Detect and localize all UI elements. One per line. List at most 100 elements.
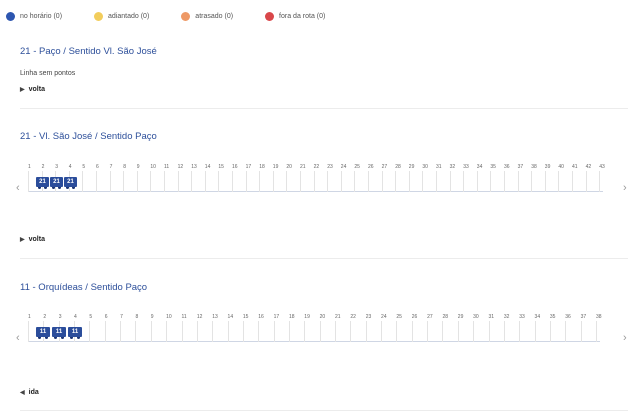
- chevron-right-icon[interactable]: ›: [623, 333, 627, 344]
- stop-marker[interactable]: 30: [422, 164, 436, 192]
- bus-icon[interactable]: 21: [50, 177, 63, 189]
- stop-marker[interactable]: 33: [463, 164, 477, 192]
- stop-marker[interactable]: 30: [473, 314, 487, 342]
- stop-marker[interactable]: 6: [104, 314, 119, 342]
- stop-marker[interactable]: 4: [74, 314, 88, 342]
- stop-marker[interactable]: 13: [212, 314, 226, 342]
- stop-marker[interactable]: 14: [227, 314, 242, 342]
- stop-marker[interactable]: 38: [595, 314, 610, 342]
- stop-marker[interactable]: 19: [272, 164, 287, 192]
- stop-marker[interactable]: 24: [340, 164, 355, 192]
- stop-marker[interactable]: 26: [411, 314, 426, 342]
- stop-marker[interactable]: 18: [288, 314, 303, 342]
- stop-marker[interactable]: 37: [517, 164, 532, 192]
- stop-marker[interactable]: 20: [319, 314, 334, 342]
- stop-marker[interactable]: 31: [488, 314, 503, 342]
- stop-marker[interactable]: 28: [395, 164, 409, 192]
- stop-marker[interactable]: 34: [534, 314, 549, 342]
- stop-marker[interactable]: 7: [109, 164, 124, 192]
- stop-marker[interactable]: 38: [531, 164, 545, 192]
- stop-marker[interactable]: 28: [442, 314, 456, 342]
- stop-marker[interactable]: 12: [196, 314, 211, 342]
- stop-marker[interactable]: 25: [354, 164, 368, 192]
- stop-marker[interactable]: 26: [368, 164, 382, 192]
- chevron-right-icon[interactable]: ›: [623, 183, 627, 194]
- bus-icon[interactable]: 11: [52, 327, 66, 339]
- stop-marker[interactable]: 31: [436, 164, 450, 192]
- stop-marker[interactable]: 8: [135, 314, 149, 342]
- direction-toggle[interactable]: ▶ volta: [20, 86, 45, 93]
- stop-marker[interactable]: 17: [245, 164, 260, 192]
- stop-marker[interactable]: 36: [504, 164, 518, 192]
- stop-marker[interactable]: 1: [28, 164, 42, 192]
- stop-number: 42: [585, 164, 592, 170]
- stop-marker[interactable]: 25: [396, 314, 410, 342]
- stop-marker[interactable]: 29: [408, 164, 423, 192]
- stop-marker[interactable]: 3: [55, 164, 69, 192]
- direction-toggle[interactable]: ◀ ida: [20, 389, 39, 396]
- stop-marker[interactable]: 43: [599, 164, 613, 192]
- bus-icon[interactable]: 21: [64, 177, 77, 189]
- stop-marker[interactable]: 35: [549, 314, 564, 342]
- stop-marker[interactable]: 19: [304, 314, 318, 342]
- bus-icon[interactable]: 11: [68, 327, 82, 339]
- stop-marker[interactable]: 10: [166, 314, 180, 342]
- stop-marker[interactable]: 23: [365, 314, 380, 342]
- stop-marker[interactable]: 42: [585, 164, 600, 192]
- stop-marker[interactable]: 41: [572, 164, 586, 192]
- chevron-left-icon[interactable]: ‹: [16, 183, 20, 194]
- stop-marker[interactable]: 22: [313, 164, 328, 192]
- route-title[interactable]: 11 - Orquídeas / Sentido Paço: [20, 282, 147, 293]
- stop-marker[interactable]: 16: [258, 314, 272, 342]
- stop-marker[interactable]: 16: [232, 164, 246, 192]
- stop-marker[interactable]: 22: [350, 314, 364, 342]
- route-title[interactable]: 21 - Vl. São José / Sentido Paço: [20, 131, 157, 142]
- stop-marker[interactable]: 9: [150, 314, 165, 342]
- bus-icon[interactable]: 11: [36, 327, 50, 339]
- stop-marker[interactable]: 37: [580, 314, 595, 342]
- stop-marker[interactable]: 32: [449, 164, 464, 192]
- stop-marker[interactable]: 27: [427, 314, 441, 342]
- stop-marker[interactable]: 21: [300, 164, 314, 192]
- stop-marker[interactable]: 6: [96, 164, 110, 192]
- stop-marker[interactable]: 32: [503, 314, 518, 342]
- stop-marker[interactable]: 18: [259, 164, 273, 192]
- stop-marker[interactable]: 1: [28, 314, 42, 342]
- stop-marker[interactable]: 20: [286, 164, 300, 192]
- stop-marker[interactable]: 34: [476, 164, 491, 192]
- stop-marker[interactable]: 14: [204, 164, 219, 192]
- stop-marker[interactable]: 35: [490, 164, 504, 192]
- stop-marker[interactable]: 10: [150, 164, 164, 192]
- stop-marker[interactable]: 40: [558, 164, 572, 192]
- stop-marker[interactable]: 29: [457, 314, 472, 342]
- stop-marker[interactable]: 2: [43, 314, 57, 342]
- stop-marker[interactable]: 8: [123, 164, 137, 192]
- stop-marker[interactable]: 13: [191, 164, 205, 192]
- stop-marker[interactable]: 36: [565, 314, 579, 342]
- stop-marker[interactable]: 39: [544, 164, 559, 192]
- stop-tick: [488, 321, 490, 342]
- stop-marker[interactable]: 11: [164, 164, 178, 192]
- stop-marker[interactable]: 3: [58, 314, 73, 342]
- chevron-left-icon[interactable]: ‹: [16, 333, 20, 344]
- stop-marker[interactable]: 24: [381, 314, 395, 342]
- stop-marker[interactable]: 27: [381, 164, 396, 192]
- stop-tick: [396, 321, 398, 342]
- stop-marker[interactable]: 7: [120, 314, 134, 342]
- stop-marker[interactable]: 15: [218, 164, 232, 192]
- stop-marker[interactable]: 5: [82, 164, 96, 192]
- stop-marker[interactable]: 2: [41, 164, 56, 192]
- stop-marker[interactable]: 33: [519, 314, 533, 342]
- stop-marker[interactable]: 11: [181, 314, 196, 342]
- route-title[interactable]: 21 - Paço / Sentido Vl. São José: [20, 46, 157, 57]
- stop-marker[interactable]: 15: [242, 314, 257, 342]
- direction-toggle[interactable]: ▶ volta: [20, 236, 45, 243]
- stop-marker[interactable]: 17: [273, 314, 288, 342]
- stop-marker[interactable]: 21: [335, 314, 349, 342]
- bus-icon[interactable]: 21: [36, 177, 49, 189]
- stop-marker[interactable]: 4: [68, 164, 83, 192]
- stop-marker[interactable]: 5: [89, 314, 103, 342]
- stop-marker[interactable]: 23: [327, 164, 341, 192]
- stop-marker[interactable]: 12: [177, 164, 192, 192]
- stop-marker[interactable]: 9: [136, 164, 151, 192]
